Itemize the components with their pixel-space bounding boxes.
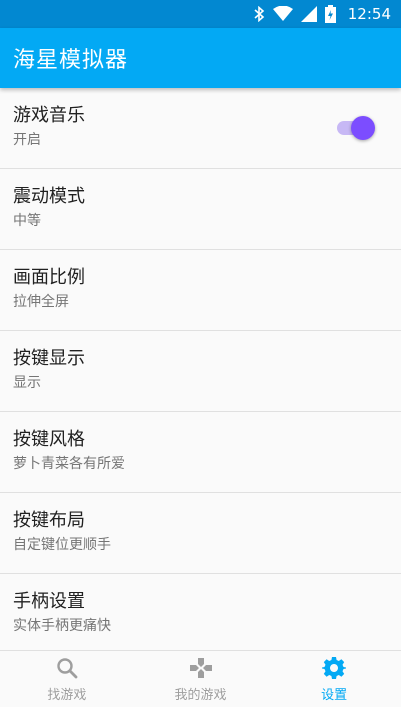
setting-summary: 中等 [13, 213, 41, 229]
setting-title: 按键布局 [13, 510, 85, 531]
setting-vibration-mode[interactable]: 震动模式 中等 [0, 169, 401, 250]
nav-label: 我的游戏 [174, 687, 227, 703]
status-time: 12:54 [347, 5, 391, 23]
setting-summary: 显示 [13, 375, 41, 391]
setting-game-music[interactable]: 游戏音乐 开启 [0, 88, 401, 169]
setting-button-display[interactable]: 按键显示 显示 [0, 331, 401, 412]
game-music-toggle[interactable] [337, 116, 375, 140]
bluetooth-icon [253, 6, 265, 22]
toggle-thumb [351, 116, 375, 140]
app-title: 海星模拟器 [13, 48, 129, 73]
setting-aspect-ratio[interactable]: 画面比例 拉伸全屏 [0, 250, 401, 331]
nav-settings[interactable]: 设置 [267, 651, 401, 707]
setting-title: 游戏音乐 [13, 105, 85, 126]
signal-icon [300, 6, 317, 22]
setting-summary: 萝卜青菜各有所爱 [13, 456, 125, 472]
app-bar: 海星模拟器 [0, 28, 401, 88]
setting-title: 按键风格 [13, 429, 85, 450]
setting-summary: 开启 [13, 132, 41, 148]
status-bar: 12:54 [0, 0, 401, 28]
gear-icon [322, 656, 347, 680]
wifi-icon [272, 6, 293, 22]
battery-charging-icon [324, 5, 336, 23]
gamepad-icon [188, 656, 214, 680]
setting-summary: 拉伸全屏 [13, 294, 69, 310]
nav-my-games[interactable]: 我的游戏 [134, 651, 268, 707]
setting-summary: 自定键位更顺手 [13, 537, 111, 553]
setting-title: 画面比例 [13, 267, 85, 288]
setting-summary: 实体手柄更痛快 [13, 618, 111, 634]
nav-find-games[interactable]: 找游戏 [0, 651, 134, 707]
search-icon [56, 656, 78, 680]
setting-title: 手柄设置 [13, 591, 85, 612]
setting-button-layout[interactable]: 按键布局 自定键位更顺手 [0, 493, 401, 574]
bottom-nav: 找游戏 我的游戏 设置 [0, 650, 401, 707]
setting-gamepad[interactable]: 手柄设置 实体手柄更痛快 [0, 574, 401, 650]
setting-title: 震动模式 [13, 186, 85, 207]
nav-label: 设置 [321, 687, 348, 703]
setting-title: 按键显示 [13, 348, 85, 369]
nav-label: 找游戏 [47, 687, 87, 703]
setting-button-style[interactable]: 按键风格 萝卜青菜各有所爱 [0, 412, 401, 493]
settings-list: 游戏音乐 开启 震动模式 中等 画面比例 拉伸全屏 按键显示 显示 按键风格 萝… [0, 88, 401, 650]
